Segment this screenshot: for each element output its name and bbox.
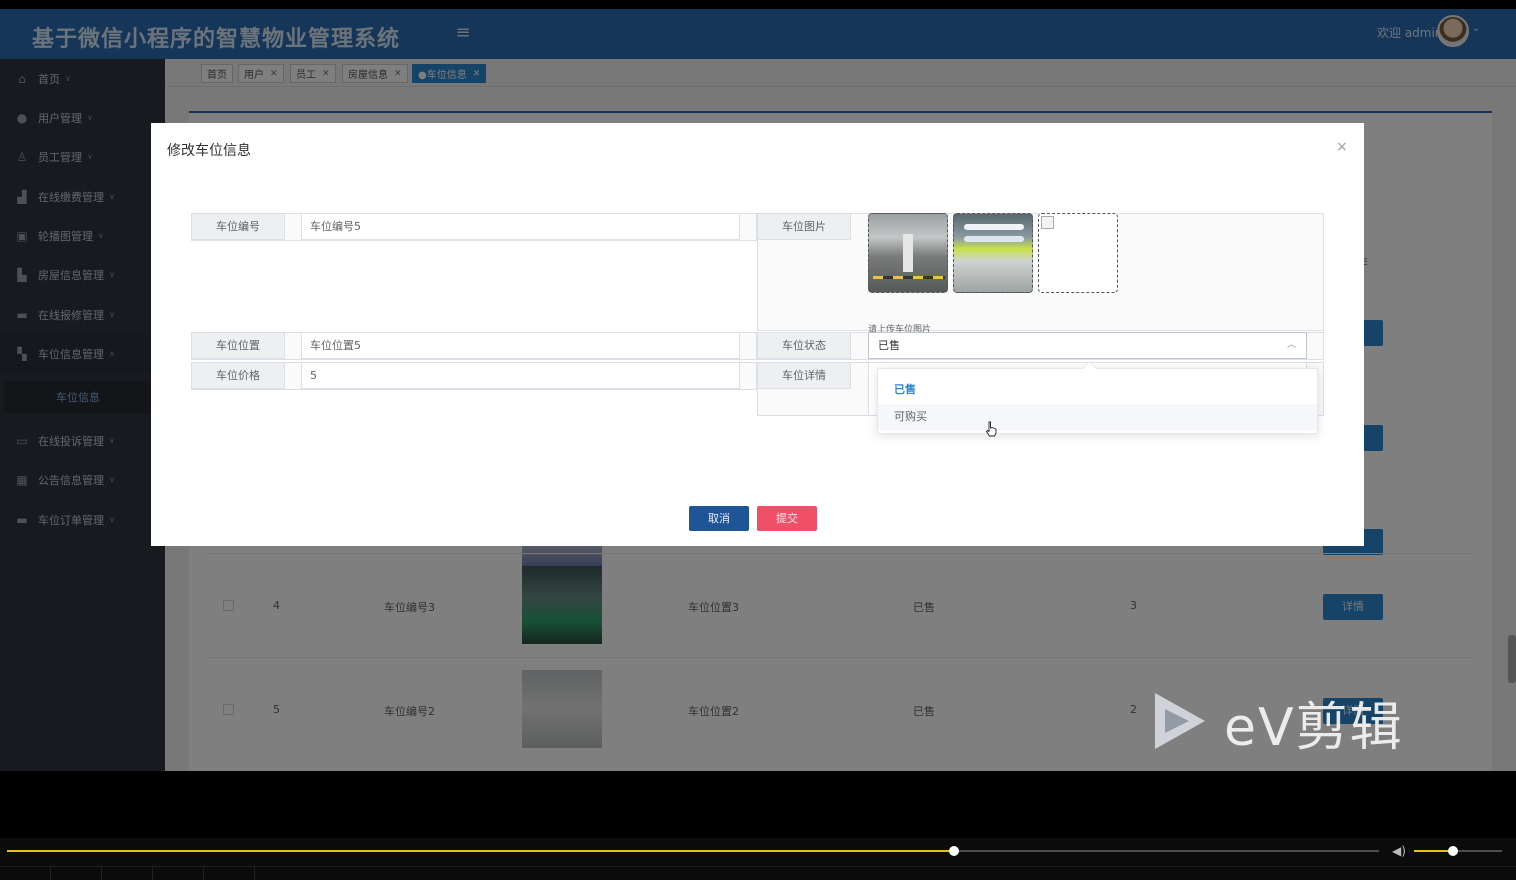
location-input[interactable]: 车位位置5 (301, 332, 740, 359)
progress-slider[interactable] (7, 846, 1379, 856)
play-logo-icon (1155, 693, 1205, 749)
status-select-value: 已售 (878, 339, 900, 352)
screen: 基于微信小程序的智慧物业管理系统 ≡ 欢迎 admin ⌄ ⌂ 首页 ∨ ● 用… (0, 0, 1516, 880)
dropdown-option-available[interactable]: 可购买 (878, 404, 1317, 430)
parking-image[interactable] (953, 213, 1033, 293)
close-icon[interactable]: × (1336, 139, 1348, 155)
volume-icon[interactable]: ◀) (1392, 844, 1406, 858)
player-controls: ◀) (0, 838, 1516, 880)
volume-knob[interactable] (1447, 846, 1458, 856)
location-label: 车位位置 (191, 332, 285, 359)
status-dropdown: 已售 可购买 (877, 368, 1318, 434)
volume-fill (1414, 850, 1453, 852)
code-label: 车位编号 (191, 213, 285, 240)
code-input[interactable]: 车位编号5 (301, 213, 740, 240)
player-bottom-bar (0, 866, 1516, 880)
volume-slider[interactable] (1414, 846, 1502, 856)
dialog-title: 修改车位信息 (167, 143, 251, 159)
hand-cursor-icon (985, 421, 997, 437)
price-input[interactable]: 5 (301, 362, 740, 389)
chevron-up-icon: ︿ (1286, 340, 1296, 350)
progress-fill (7, 850, 954, 852)
parking-image[interactable] (868, 213, 948, 293)
submit-button[interactable]: 提交 (757, 506, 817, 531)
video-frame: 基于微信小程序的智慧物业管理系统 ≡ 欢迎 admin ⌄ ⌂ 首页 ∨ ● 用… (0, 9, 1516, 771)
cancel-button[interactable]: 取消 (689, 506, 749, 531)
image-label: 车位图片 (757, 213, 851, 240)
price-label: 车位价格 (191, 362, 285, 389)
status-label: 车位状态 (757, 332, 851, 359)
watermark-text: eV剪辑 (1224, 698, 1404, 758)
dropdown-option-sold[interactable]: 已售 (878, 377, 1317, 403)
scrollbar-handle[interactable] (1508, 635, 1516, 683)
broken-image-icon[interactable] (1038, 213, 1118, 293)
detail-label: 车位详情 (757, 362, 851, 389)
edit-parking-dialog: 修改车位信息 × 车位编号 车位编号5 车位位置 车位位置5 车位价格 5 车位… (151, 123, 1364, 546)
progress-knob[interactable] (948, 846, 959, 856)
status-select[interactable]: 已售 ︿ (868, 332, 1307, 359)
